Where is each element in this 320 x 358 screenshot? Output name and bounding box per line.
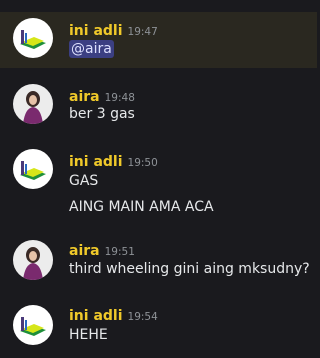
user-avatar-ini-adli[interactable] xyxy=(13,149,53,189)
message-text: ber 3 gas xyxy=(69,106,135,122)
message-text: GAS xyxy=(69,173,99,189)
user-avatar-aira[interactable] xyxy=(13,84,53,124)
author-name[interactable]: ini adli xyxy=(69,23,123,39)
message[interactable]: aira 19:48 ber 3 gas xyxy=(0,78,317,128)
author-name[interactable]: ini adli xyxy=(69,308,123,324)
message-text: third wheeling gini aing mksudny? xyxy=(69,261,310,277)
message-highlighted[interactable]: ini adli 19:47 @aira xyxy=(0,12,317,68)
timestamp: 19:47 xyxy=(127,26,158,38)
user-avatar-ini-adli[interactable] xyxy=(13,18,53,58)
author-name[interactable]: ini adli xyxy=(69,154,123,170)
user-avatar-aira[interactable] xyxy=(13,240,53,280)
user-mention[interactable]: @aira xyxy=(69,40,114,58)
author-name[interactable]: aira xyxy=(69,243,100,259)
user-avatar-ini-adli[interactable] xyxy=(13,305,53,345)
author-name[interactable]: aira xyxy=(69,89,100,105)
timestamp: 19:50 xyxy=(127,157,158,169)
message[interactable]: ini adli 19:54 HEHE xyxy=(0,299,317,351)
timestamp: 19:54 xyxy=(127,311,158,323)
message[interactable]: aira 19:51 third wheeling gini aing mksud… xyxy=(0,234,317,284)
timestamp: 19:51 xyxy=(104,246,135,258)
message[interactable]: ini adli 19:50 GAS AING MAIN AMA ACA xyxy=(0,143,317,225)
message-text: AING MAIN AMA ACA xyxy=(69,199,214,215)
message-text: HEHE xyxy=(69,327,108,343)
timestamp: 19:48 xyxy=(104,92,135,104)
